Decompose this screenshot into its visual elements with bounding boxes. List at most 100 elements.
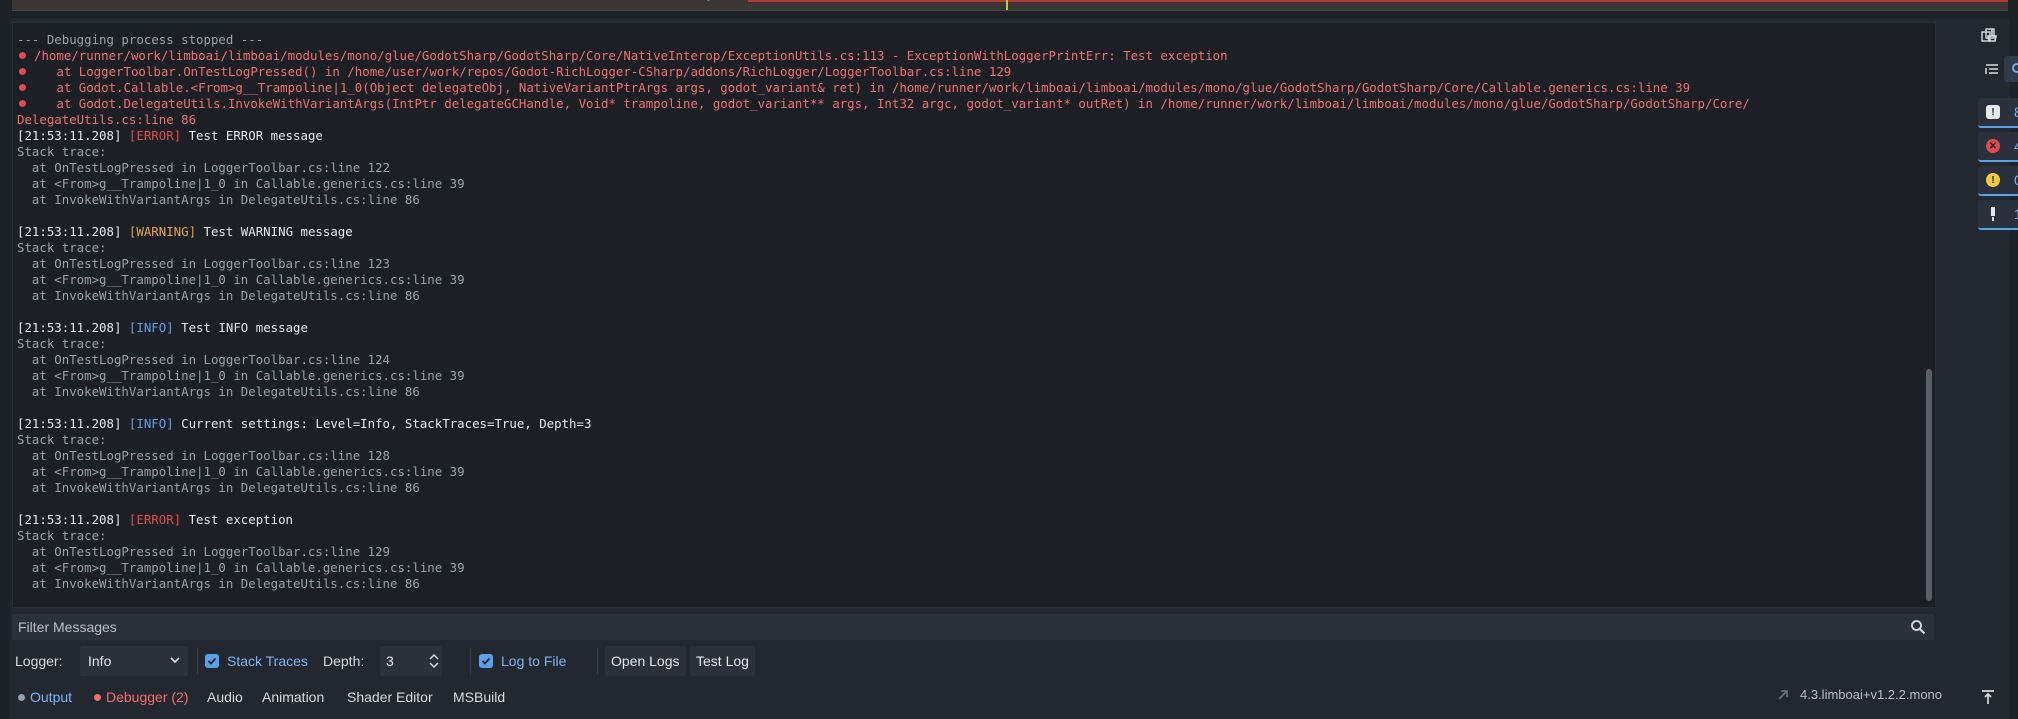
pin-panel-icon[interactable] [1980, 689, 1996, 705]
toolbar-separator [197, 648, 198, 674]
log-text: at Godot.DelegateUtils.InvokeWithVariant… [34, 96, 1750, 111]
y-axis-line [1006, 0, 1008, 10]
test-log-button[interactable]: Test Log [690, 646, 755, 676]
search-icon [2012, 63, 2018, 73]
tab-audio[interactable]: Audio [207, 687, 243, 707]
log-text: [21:53:11.208] [17, 224, 129, 239]
log-error-line: at LoggerToolbar.OnTestLogPressed() in /… [17, 64, 1935, 80]
log-text: [21:53:11.208] [17, 128, 129, 143]
log-text: at InvokeWithVariantArgs in DelegateUtil… [17, 576, 420, 591]
log-text: at OnTestLogPressed in LoggerToolbar.cs:… [17, 544, 390, 559]
depth-label: Depth: [323, 653, 365, 669]
log-line: [21:53:11.208] [ERROR] Test ERROR messag… [17, 128, 1935, 144]
depth-spinbox[interactable]: 3 [380, 646, 442, 676]
log-line: at InvokeWithVariantArgs in DelegateUtil… [17, 192, 1935, 208]
log-text: [WARNING] [128, 224, 197, 239]
warning-count: 0 [2014, 172, 2018, 188]
log-to-file-checkbox[interactable] [479, 654, 493, 668]
filter-bar [12, 614, 1934, 640]
logger-level-select[interactable]: Info [80, 646, 188, 676]
log-line: at <From>g__Trampoline|1_0 in Callable.g… [17, 560, 1935, 576]
stepper-arrows-icon[interactable] [429, 653, 439, 669]
error-counter-toggle[interactable]: ✕ 4 [1978, 132, 2018, 162]
tab-animation-label: Animation [262, 689, 325, 705]
log-output[interactable]: --- Debugging process stopped ---/home/r… [12, 22, 1936, 608]
scrollbar-thumb[interactable] [1926, 369, 1932, 601]
filter-search-toggle[interactable] [2004, 56, 2018, 82]
log-text: at InvokeWithVariantArgs in DelegateUtil… [17, 480, 420, 495]
log-text: at <From>g__Trampoline|1_0 in Callable.g… [17, 560, 465, 575]
log-text: at InvokeWithVariantArgs in DelegateUtil… [17, 288, 420, 303]
open-logs-button[interactable]: Open Logs [605, 646, 686, 676]
log-line: --- Debugging process stopped --- [17, 32, 1935, 48]
log-text: [21:53:11.208] [17, 320, 129, 335]
collapse-messages-button[interactable] [1978, 56, 2006, 82]
log-line: at InvokeWithVariantArgs in DelegateUtil… [17, 384, 1935, 400]
tab-shader-editor[interactable]: Shader Editor [347, 687, 433, 707]
log-line: at <From>g__Trampoline|1_0 in Callable.g… [17, 464, 1935, 480]
log-text: at OnTestLogPressed in LoggerToolbar.cs:… [17, 256, 390, 271]
message-icon: ! [1986, 105, 2000, 119]
log-line: at OnTestLogPressed in LoggerToolbar.cs:… [17, 352, 1935, 368]
log-line: at InvokeWithVariantArgs in DelegateUtil… [17, 576, 1935, 592]
log-error-line: at Godot.DelegateUtils.InvokeWithVariant… [17, 96, 1935, 112]
log-text: at <From>g__Trampoline|1_0 in Callable.g… [17, 464, 465, 479]
z-axis-line [707, 0, 719, 2]
log-text: at <From>g__Trampoline|1_0 in Callable.g… [17, 272, 465, 287]
log-text: at LoggerToolbar.OnTestLogPressed() in /… [34, 64, 1012, 79]
log-line: Stack trace: [17, 432, 1935, 448]
log-line: [21:53:11.208] [INFO] Test INFO message [17, 320, 1935, 336]
log-line: [21:53:11.208] [WARNING] Test WARNING me… [17, 224, 1935, 240]
tab-debugger-label: Debugger (2) [106, 689, 189, 705]
log-lines: --- Debugging process stopped ---/home/r… [13, 23, 1935, 592]
toolbar-separator [597, 648, 598, 674]
debugger-status-dot [94, 693, 101, 701]
log-text: [ERROR] [128, 128, 182, 143]
version-info: 4.3.limboai+v1.2.2.mono [1776, 687, 1942, 702]
message-counter-toggle[interactable]: ! 81 [1978, 98, 2018, 128]
log-text: [21:53:11.208] [17, 416, 129, 431]
log-text: at InvokeWithVariantArgs in DelegateUtil… [17, 384, 420, 399]
log-text: [21:53:11.208] [17, 512, 129, 527]
editor-count: 1 [2014, 206, 2018, 222]
log-line: Stack trace: [17, 240, 1935, 256]
error-dot-icon [19, 100, 26, 107]
log-line: at <From>g__Trampoline|1_0 in Callable.g… [17, 368, 1935, 384]
log-text: Test WARNING message [196, 224, 353, 239]
tab-shader-editor-label: Shader Editor [347, 689, 433, 705]
stack-traces-label: Stack Traces [227, 653, 308, 669]
logger-toolbar: Logger: Info Stack Traces Depth: 3 Log t… [10, 644, 1940, 678]
editor-counter-toggle[interactable]: 1 [1978, 200, 2018, 230]
log-text: at OnTestLogPressed in LoggerToolbar.cs:… [17, 352, 390, 367]
tab-msbuild-label: MSBuild [453, 689, 506, 705]
log-line: Stack trace: [17, 144, 1935, 160]
log-text: at InvokeWithVariantArgs in DelegateUtil… [17, 192, 420, 207]
log-text: Stack trace: [17, 528, 107, 543]
tab-msbuild[interactable]: MSBuild [453, 687, 505, 707]
log-to-file-toggle[interactable]: Log to File [479, 644, 566, 678]
viewport-strip [12, 0, 2008, 11]
log-text: at OnTestLogPressed in LoggerToolbar.cs:… [17, 448, 390, 463]
log-line: [21:53:11.208] [ERROR] Test exception [17, 512, 1935, 528]
tab-audio-label: Audio [207, 689, 243, 705]
error-icon: ✕ [1986, 139, 2000, 153]
log-scrollbar[interactable] [1926, 27, 1932, 601]
editor-message-icon [1986, 207, 2000, 221]
stack-traces-checkbox[interactable] [205, 654, 219, 668]
log-line: at InvokeWithVariantArgs in DelegateUtil… [17, 480, 1935, 496]
filter-messages-input[interactable] [12, 614, 1892, 640]
tab-animation[interactable]: Animation [262, 687, 324, 707]
tab-output-label: Output [30, 689, 73, 705]
copy-output-button[interactable] [1974, 22, 2002, 48]
stack-traces-toggle[interactable]: Stack Traces [205, 644, 308, 678]
warning-counter-toggle[interactable]: ! 0 [1978, 166, 2018, 196]
log-text: at <From>g__Trampoline|1_0 in Callable.g… [17, 368, 465, 383]
tab-output[interactable]: Output [18, 687, 72, 707]
chevron-down-icon [170, 657, 180, 664]
log-text: at <From>g__Trampoline|1_0 in Callable.g… [17, 176, 465, 191]
tab-debugger[interactable]: Debugger (2) [94, 687, 189, 707]
log-line: at InvokeWithVariantArgs in DelegateUtil… [17, 288, 1935, 304]
logger-level-value: Info [88, 653, 112, 669]
